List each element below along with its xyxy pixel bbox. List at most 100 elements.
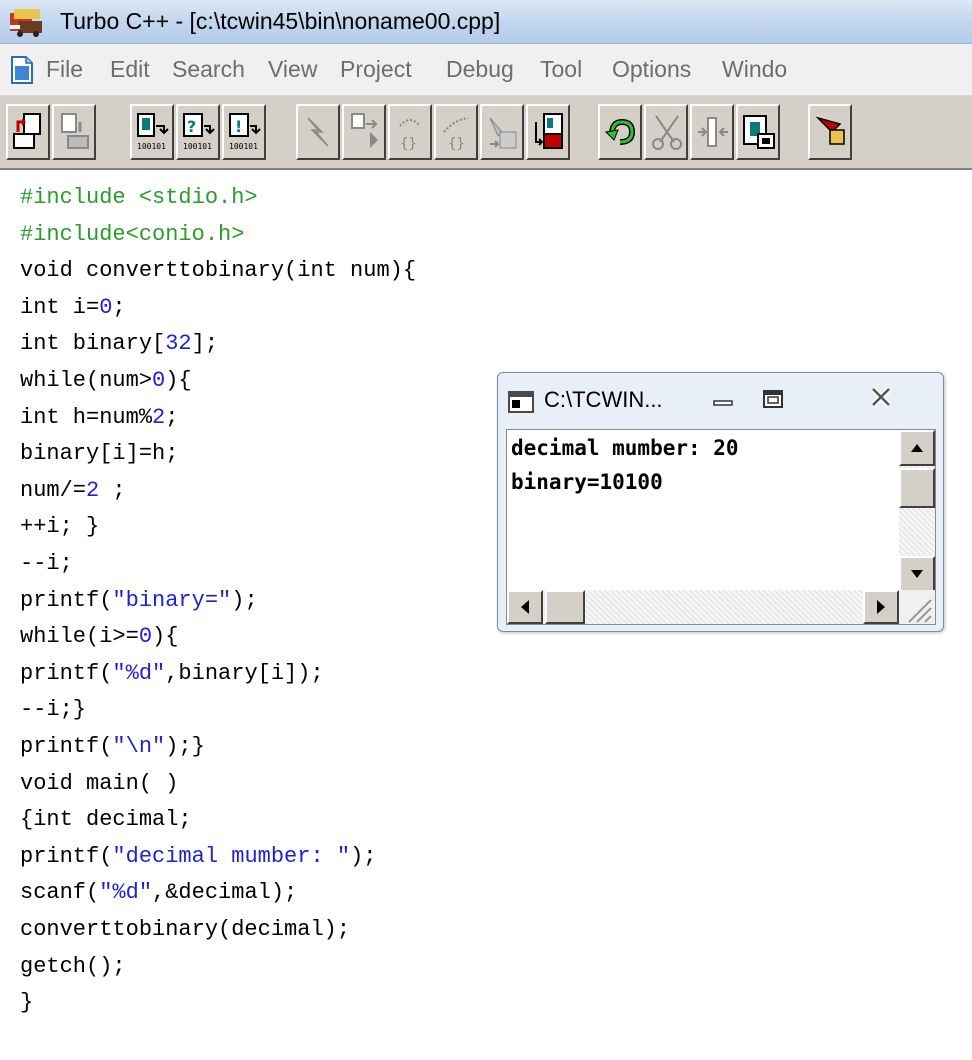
code-token: ){ <box>165 368 192 393</box>
code-line[interactable]: printf("decimal mumber: "); <box>20 839 376 875</box>
number-token: 0 <box>99 294 113 320</box>
toggle-button[interactable] <box>526 104 570 160</box>
svg-text:100101: 100101 <box>229 142 258 151</box>
code-line[interactable]: binary[i]=h; <box>20 436 178 472</box>
toolbar: 100101 ? 100101 ! 100101 {} {} <box>0 96 972 170</box>
resize-grip[interactable] <box>899 590 935 624</box>
window-title: Turbo C++ - [c:\tcwin45\bin\noname00.cpp… <box>60 8 501 34</box>
vertical-scroll-thumb[interactable] <box>899 468 935 508</box>
code-token: --i; <box>20 551 73 576</box>
cut-button[interactable] <box>644 104 688 160</box>
trace-into-button[interactable]: {} <box>388 104 432 160</box>
copy-button[interactable] <box>690 104 734 160</box>
document-icon[interactable] <box>10 56 34 84</box>
code-token: ,binary[i]); <box>165 660 324 686</box>
turbo-cpp-app-icon[interactable] <box>8 7 48 37</box>
code-line[interactable]: printf("%d",binary[i]); <box>20 656 324 692</box>
code-line[interactable]: #include<conio.h> <box>20 217 244 253</box>
paste-button[interactable] <box>736 104 780 160</box>
menu-edit[interactable]: Edit <box>110 56 150 83</box>
code-line[interactable]: int h=num%2; <box>20 400 178 436</box>
code-line[interactable]: --i; <box>20 546 73 582</box>
menu-view[interactable]: View <box>268 56 317 83</box>
svg-text:100101: 100101 <box>137 142 166 151</box>
code-token: scanf( <box>20 880 100 906</box>
close-button[interactable] <box>843 377 933 421</box>
breakpoint-button[interactable] <box>480 104 524 160</box>
scroll-down-button[interactable] <box>899 556 935 592</box>
build-button[interactable] <box>296 104 340 160</box>
code-line[interactable]: } <box>20 985 33 1021</box>
scroll-left-button[interactable] <box>507 590 543 624</box>
menu-file[interactable]: File <box>46 56 83 83</box>
code-line[interactable]: ++i; } <box>20 509 99 545</box>
menu-tool[interactable]: Tool <box>540 56 582 83</box>
menu-debug[interactable]: Debug <box>446 56 514 83</box>
code-line[interactable]: #include <stdio.h> <box>20 180 258 216</box>
arrow-left-icon <box>521 600 529 614</box>
open-file-button[interactable] <box>6 104 50 160</box>
minimize-button[interactable] <box>698 377 748 421</box>
menu-window[interactable]: Windo <box>722 56 787 83</box>
code-line[interactable]: int i=0; <box>20 290 126 326</box>
number-token: 2 <box>152 404 166 430</box>
trace-icon: {} <box>399 119 421 152</box>
code-line[interactable]: --i;} <box>20 692 86 728</box>
console-output-line: binary=10100 <box>511 470 663 494</box>
step-out-button[interactable]: {} <box>434 104 478 160</box>
code-line[interactable]: printf("\n");} <box>20 729 205 765</box>
svg-text:!: ! <box>235 117 242 136</box>
code-line[interactable]: while(i>=0){ <box>20 619 178 655</box>
horizontal-scroll-thumb[interactable] <box>545 590 585 624</box>
compile-button[interactable]: 100101 <box>130 104 174 160</box>
title-bar[interactable]: Turbo C++ - [c:\tcwin45\bin\noname00.cpp… <box>0 0 972 44</box>
code-token: ){ <box>152 624 179 650</box>
copy-icon <box>698 117 728 147</box>
scroll-up-button[interactable] <box>899 430 935 466</box>
code-line[interactable]: int binary[32]; <box>20 326 218 362</box>
svg-text:?: ? <box>187 117 196 136</box>
code-line[interactable]: void main( ) <box>20 766 178 802</box>
code-line[interactable]: void converttobinary(int num){ <box>20 253 416 289</box>
code-token: ; <box>99 477 126 503</box>
find-button[interactable] <box>808 104 852 160</box>
code-token: while(num> <box>20 368 153 393</box>
maximize-button[interactable] <box>748 377 798 421</box>
run-icon: ! 100101 <box>229 113 261 151</box>
console-title: C:\TCWIN... <box>544 387 663 412</box>
code-token: num/= <box>20 477 87 503</box>
menu-project[interactable]: Project <box>340 56 412 83</box>
menu-options[interactable]: Options <box>612 56 691 83</box>
help-compile-button[interactable]: ? 100101 <box>176 104 220 160</box>
code-line[interactable]: printf("binary="); <box>20 583 258 619</box>
save-file-button[interactable] <box>52 104 96 160</box>
menu-search[interactable]: Search <box>172 56 245 83</box>
horizontal-scrollbar[interactable] <box>507 590 899 624</box>
code-token: printf( <box>20 587 113 613</box>
run-button[interactable]: ! 100101 <box>222 104 266 160</box>
console-output-area[interactable]: decimal mumber: 20 binary=10100 <box>506 429 936 625</box>
console-title-bar[interactable]: C:\TCWIN... <box>498 373 943 427</box>
code-line[interactable]: while(num>0){ <box>20 363 192 399</box>
code-token: printf( <box>20 660 113 686</box>
code-line[interactable]: {int decimal; <box>20 802 192 838</box>
undo-icon <box>604 118 636 145</box>
code-token: ]; <box>191 331 219 357</box>
console-window[interactable]: C:\TCWIN... decimal mumber: 20 binary=10… <box>497 372 944 632</box>
undo-button[interactable] <box>598 104 642 160</box>
code-line[interactable]: getch(); <box>20 949 126 985</box>
scroll-right-button[interactable] <box>863 590 899 624</box>
code-line[interactable]: scanf("%d",&decimal); <box>20 875 297 911</box>
code-line[interactable]: converttobinary(decimal); <box>20 912 350 948</box>
arrow-down-icon <box>911 570 923 578</box>
step-over-button[interactable] <box>342 104 386 160</box>
code-token: void converttobinary(int num){ <box>20 258 417 284</box>
code-token: int binary[ <box>20 331 166 357</box>
vertical-scrollbar[interactable] <box>899 430 935 592</box>
menu-bar: File Edit Search View Project Debug Tool… <box>0 44 972 96</box>
arrow-up-icon <box>911 444 923 452</box>
code-token: ); <box>350 843 377 869</box>
number-token: 2 <box>86 477 100 503</box>
code-line[interactable]: num/=2 ; <box>20 473 126 509</box>
console-icon <box>508 391 534 413</box>
